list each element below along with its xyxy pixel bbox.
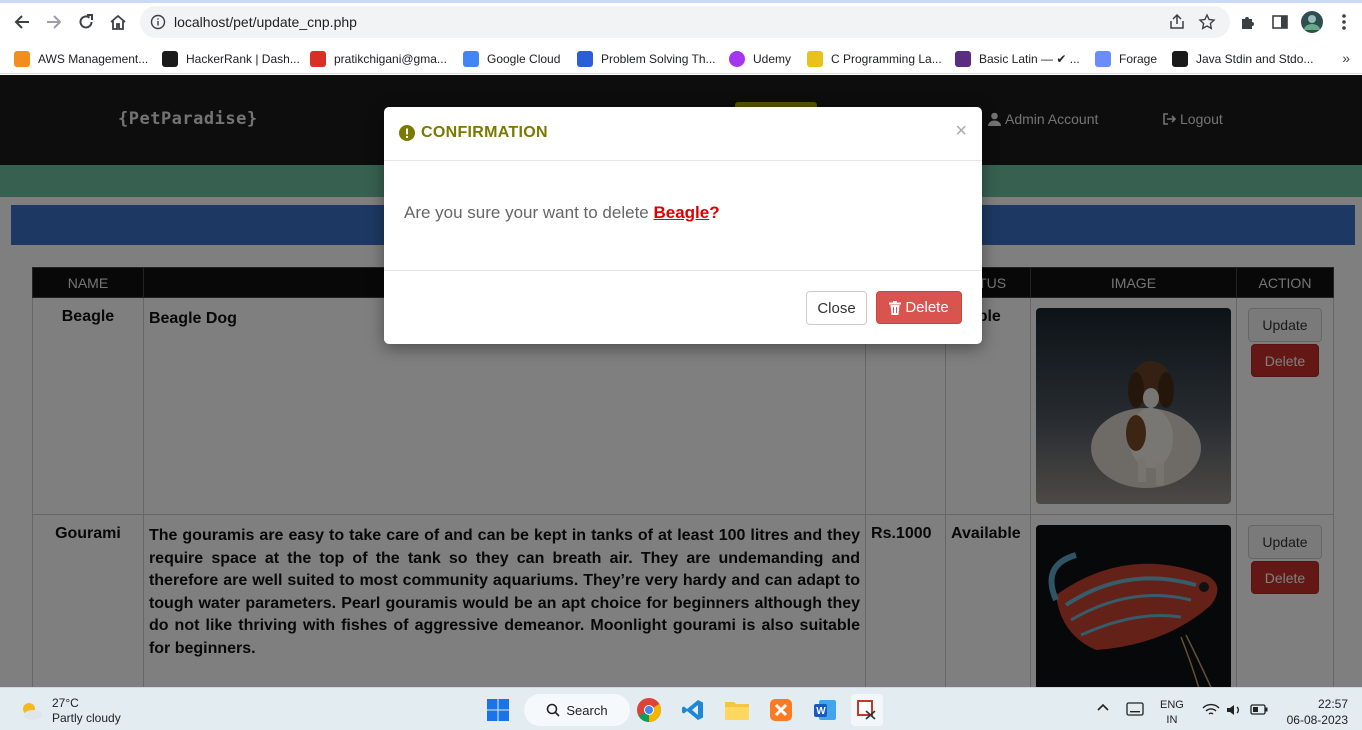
bookmark-java-stdin[interactable]: Java Stdin and Stdo... — [1172, 50, 1313, 68]
region-code: IN — [1166, 714, 1178, 726]
modal-header: CONFIRMATION × — [384, 107, 982, 161]
bookmark-label: C Programming La... — [831, 52, 942, 66]
bookmark-forage[interactable]: Forage — [1095, 50, 1157, 68]
more-bookmarks-icon[interactable]: » — [1342, 50, 1350, 66]
weather-widget[interactable]: 27°C Partly cloudy — [18, 696, 121, 726]
bookmark-label: Java Stdin and Stdo... — [1196, 52, 1314, 66]
taskbar-search[interactable]: Search — [524, 694, 630, 726]
forage-icon — [1095, 51, 1111, 67]
share-icon[interactable] — [1168, 13, 1186, 34]
vscode-icon[interactable] — [677, 694, 709, 726]
bookmark-problem-solving[interactable]: Problem Solving Th... — [577, 50, 716, 68]
wifi-icon[interactable] — [1202, 703, 1220, 722]
volume-icon[interactable] — [1226, 703, 1242, 722]
site-info-icon[interactable] — [150, 14, 166, 33]
hackerrank-icon — [162, 51, 178, 67]
bookmark-c-programming[interactable]: C Programming La... — [807, 50, 942, 68]
aws-icon — [14, 51, 30, 67]
basic-latin-icon — [955, 51, 971, 67]
windows-start-icon[interactable] — [482, 694, 514, 726]
confirm-delete-button[interactable]: Delete — [876, 291, 962, 324]
hackerrank-icon — [1172, 51, 1188, 67]
modal-footer: Close Delete — [384, 270, 982, 344]
partly-cloudy-icon — [23, 703, 42, 720]
system-clock[interactable]: 22:57 06-08-2023 — [1287, 696, 1348, 728]
chrome-menu-icon[interactable] — [1332, 10, 1356, 34]
confirm-pet-name: Beagle — [653, 203, 710, 222]
exclamation-circle-icon — [399, 125, 415, 141]
bookmark-label: Basic Latin — ✔ ... — [979, 52, 1080, 66]
bookmark-label: Forage — [1119, 52, 1158, 66]
reload-icon[interactable] — [74, 10, 98, 34]
bookmark-label: pratikchigani@gma... — [334, 52, 447, 66]
language-indicator[interactable]: ENG IN — [1160, 698, 1184, 728]
confirm-question-mark: ? — [709, 203, 720, 222]
bookmark-label: Google Cloud — [487, 52, 561, 66]
bookmark-aws[interactable]: AWS Management... — [14, 50, 148, 68]
trash-icon — [889, 300, 902, 315]
c-programming-icon — [807, 51, 823, 67]
file-explorer-icon[interactable] — [721, 694, 753, 726]
bookmark-gmail[interactable]: pratikchigani@gma... — [310, 50, 447, 68]
xampp-icon[interactable] — [765, 694, 797, 726]
bookmark-hackerrank[interactable]: HackerRank | Dash... — [162, 50, 300, 68]
modal-title: CONFIRMATION — [399, 124, 548, 142]
tab-strip-accent — [0, 0, 1362, 3]
home-icon[interactable] — [106, 10, 130, 34]
address-bar[interactable]: localhost/pet/update_cnp.php — [140, 6, 1230, 38]
search-label: Search — [566, 702, 608, 718]
weather-temperature: 27°C — [52, 696, 79, 710]
language-code: ENG — [1160, 699, 1184, 711]
clock-time: 22:57 — [1317, 697, 1348, 711]
bookmarks-bar: AWS Management... HackerRank | Dash... p… — [0, 44, 1362, 74]
svg-text:W: W — [816, 706, 826, 717]
weather-condition: Partly cloudy — [52, 711, 121, 725]
gmail-icon — [310, 51, 326, 67]
back-icon[interactable] — [10, 10, 34, 34]
google-cloud-icon — [463, 51, 479, 67]
snipping-tool-icon[interactable] — [851, 694, 883, 726]
clock-date: 06-08-2023 — [1286, 713, 1348, 727]
bookmark-label: HackerRank | Dash... — [186, 52, 300, 66]
word-icon[interactable]: W — [809, 694, 841, 726]
side-panel-icon[interactable] — [1268, 10, 1292, 34]
modal-close-icon[interactable]: × — [955, 120, 967, 143]
modal-title-text: CONFIRMATION — [421, 124, 548, 141]
touch-keyboard-icon[interactable] — [1126, 702, 1144, 721]
profile-avatar[interactable] — [1300, 10, 1324, 34]
confirm-message: Are you sure your want to delete — [404, 203, 654, 222]
bookmark-label: AWS Management... — [38, 52, 149, 66]
search-icon — [547, 703, 560, 717]
url-text[interactable]: localhost/pet/update_cnp.php — [174, 14, 357, 30]
bookmark-label: Problem Solving Th... — [601, 52, 716, 66]
forward-icon[interactable] — [42, 10, 66, 34]
show-hidden-icons-chevron-icon[interactable] — [1096, 702, 1110, 717]
close-button[interactable]: Close — [806, 291, 867, 325]
bookmark-udemy[interactable]: Udemy — [729, 50, 791, 68]
browser-toolbar: localhost/pet/update_cnp.php — [0, 0, 1362, 44]
udemy-icon — [729, 51, 745, 67]
chrome-icon[interactable] — [633, 694, 665, 726]
confirm-delete-label: Delete — [905, 299, 949, 316]
modal-body: Are you sure your want to delete Beagle? — [404, 203, 720, 223]
page-content: {PetParadise} Admin Account Logout NAME … — [0, 75, 1362, 687]
confirmation-modal: CONFIRMATION × Are you sure your want to… — [384, 107, 982, 344]
windows-taskbar: 27°C Partly cloudy Search W ENG IN 22:57… — [0, 687, 1362, 730]
problem-solving-icon — [577, 51, 593, 67]
bookmark-label: Udemy — [753, 52, 792, 66]
bookmark-google-cloud[interactable]: Google Cloud — [463, 50, 560, 68]
battery-icon[interactable] — [1250, 704, 1268, 720]
extensions-icon[interactable] — [1236, 10, 1260, 34]
bookmark-star-icon[interactable] — [1198, 13, 1216, 34]
bookmark-basic-latin[interactable]: Basic Latin — ✔ ... — [955, 50, 1080, 68]
